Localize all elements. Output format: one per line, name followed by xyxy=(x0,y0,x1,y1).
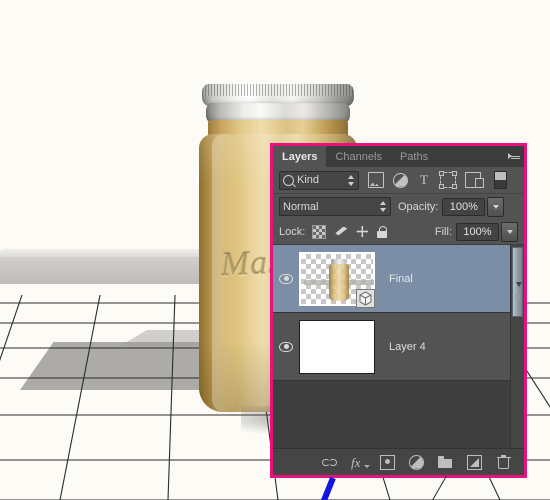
adjustment-layer-filter-icon[interactable] xyxy=(393,172,408,188)
filter-icon-group: T xyxy=(368,171,507,189)
link-layers-icon[interactable] xyxy=(322,455,337,470)
delete-layer-icon[interactable] xyxy=(496,454,511,470)
screenshot-stage: Mas Layers Channels Paths Kind T Normal … xyxy=(0,0,550,500)
table-row[interactable]: Final xyxy=(273,245,524,313)
blend-mode-value: Normal xyxy=(283,200,319,213)
lock-position-icon[interactable] xyxy=(356,226,368,238)
add-layer-mask-icon[interactable] xyxy=(380,454,395,470)
tab-bar-filler xyxy=(437,146,504,167)
fill-label: Fill: xyxy=(434,225,452,238)
fill-dropdown-arrow[interactable] xyxy=(501,221,518,242)
layer-thumbnail xyxy=(299,319,375,374)
lock-row: Lock: Fill: 100% xyxy=(273,219,524,245)
filter-kind-label: Kind xyxy=(297,174,320,186)
pixel-layer-filter-icon[interactable] xyxy=(368,172,384,188)
scroll-down-arrow[interactable] xyxy=(515,295,521,300)
lock-label: Lock: xyxy=(279,225,306,238)
filter-toggle-switch[interactable] xyxy=(494,171,507,189)
filter-kind-select[interactable]: Kind xyxy=(279,170,359,190)
thumbnail-jar xyxy=(329,258,349,301)
magnifier-icon xyxy=(283,174,294,186)
fill-input[interactable]: 100% xyxy=(456,222,499,241)
opacity-input[interactable]: 100% xyxy=(442,197,486,216)
tab-channels[interactable]: Channels xyxy=(326,146,390,167)
add-layer-style-icon[interactable]: fx xyxy=(351,455,370,470)
scrollbar-thumb[interactable] xyxy=(512,247,523,317)
type-layer-filter-icon[interactable]: T xyxy=(417,173,431,187)
layer-list-scrollbar[interactable] xyxy=(510,245,524,448)
jar-lid-ribs xyxy=(202,84,354,96)
eye-icon xyxy=(279,273,293,284)
layer-name: Layer 4 xyxy=(389,340,426,353)
tab-layers[interactable]: Layers xyxy=(273,146,327,167)
opacity-label: Opacity: xyxy=(398,200,439,213)
new-adjustment-layer-icon[interactable] xyxy=(409,454,424,470)
tab-paths[interactable]: Paths xyxy=(391,146,437,167)
new-layer-icon[interactable] xyxy=(467,454,482,470)
layer-filter-row: Kind T xyxy=(273,167,524,194)
smart-object-filter-icon[interactable] xyxy=(465,172,484,188)
opacity-dropdown-arrow[interactable] xyxy=(487,196,505,217)
eye-icon xyxy=(279,341,293,352)
lock-all-icon[interactable] xyxy=(377,225,388,238)
chevron-updown-icon xyxy=(348,174,355,186)
layer-list: Final Layer 4 xyxy=(273,245,524,448)
layers-panel-toolbar: fx xyxy=(273,448,524,475)
layer-thumbnail-wrap[interactable] xyxy=(299,318,375,376)
layer-visibility-toggle[interactable] xyxy=(273,273,299,284)
shape-layer-filter-icon[interactable] xyxy=(439,171,457,189)
scrollbar-grip-icon xyxy=(516,282,522,287)
table-row[interactable]: Layer 4 xyxy=(273,313,524,381)
blend-mode-row: Normal Opacity: 100% xyxy=(273,194,524,219)
panel-menu-button[interactable] xyxy=(504,146,524,167)
chevron-updown-icon xyxy=(380,201,387,212)
layer-thumbnail-wrap[interactable] xyxy=(299,250,375,308)
lock-icon-group xyxy=(312,224,388,239)
layer-name: Final xyxy=(389,272,413,285)
lock-image-pixels-icon[interactable] xyxy=(335,226,347,238)
new-group-icon[interactable] xyxy=(438,455,453,470)
lock-transparent-pixels-icon[interactable] xyxy=(312,224,327,239)
blend-mode-select[interactable]: Normal xyxy=(279,197,391,216)
panel-menu-icon xyxy=(508,152,520,161)
3d-object-badge xyxy=(356,288,375,308)
layers-panel: Layers Channels Paths Kind T Normal Opac… xyxy=(270,143,527,478)
layer-visibility-toggle[interactable] xyxy=(273,341,299,352)
panel-tab-bar: Layers Channels Paths xyxy=(273,146,524,167)
